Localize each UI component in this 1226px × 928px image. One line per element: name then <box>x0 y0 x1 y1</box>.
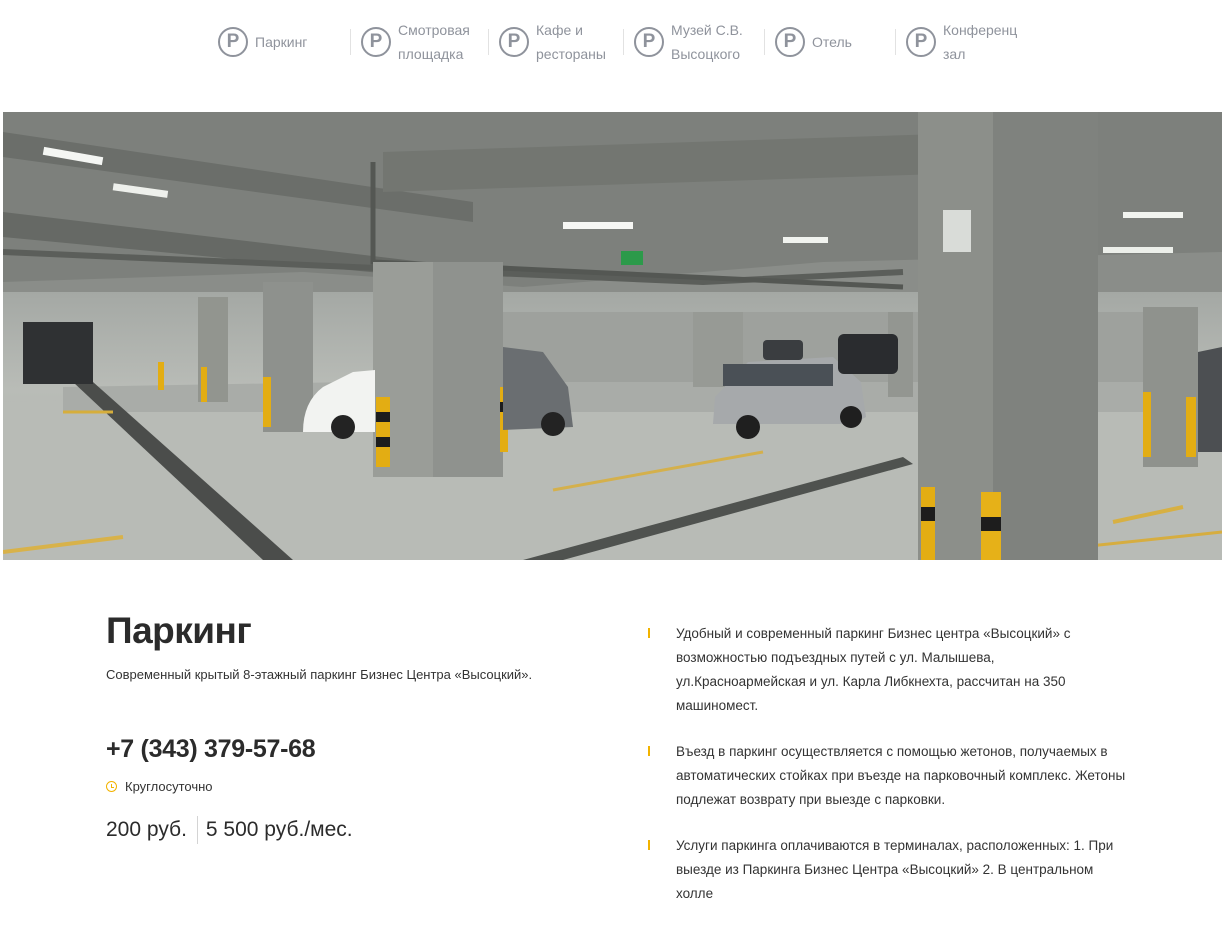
nav-item-conference-hall[interactable]: P Конференц зал <box>906 14 1026 70</box>
parking-hero-image <box>3 112 1222 560</box>
parking-photo-illustration <box>3 112 1222 560</box>
nav-item-hotel[interactable]: P Отель <box>775 14 895 70</box>
feature-item: Удобный и современный паркинг Бизнес цен… <box>646 622 1126 718</box>
nav-item-cafes[interactable]: P Кафе и рестораны <box>499 14 623 70</box>
opening-hours-text: Круглосуточно <box>125 779 213 794</box>
page-subtitle: Современный крытый 8-этажный паркинг Биз… <box>106 667 533 682</box>
clock-icon <box>106 781 117 792</box>
nav-divider <box>623 29 624 55</box>
nav-item-label: Конференц зал <box>943 22 1018 62</box>
parking-icon: P <box>218 27 248 57</box>
prices: 200 руб. 5 500 руб./мес. <box>106 816 353 844</box>
nav-item-label: Паркинг <box>255 34 308 50</box>
parking-icon: P <box>775 27 805 57</box>
nav-item-observation-deck[interactable]: P Смотровая площадка <box>361 14 488 70</box>
nav-divider <box>764 29 765 55</box>
feature-list: Удобный и современный паркинг Бизнес цен… <box>646 622 1126 928</box>
parking-icon: P <box>361 27 391 57</box>
price-hourly: 200 руб. <box>106 818 187 841</box>
nav-item-parking[interactable]: P Паркинг <box>218 14 350 70</box>
car-white <box>303 370 375 439</box>
parking-icon: P <box>499 27 529 57</box>
car-right-edge <box>1198 347 1222 452</box>
nav-divider <box>895 29 896 55</box>
nav-item-label: Смотровая площадка <box>398 22 470 62</box>
nav-divider <box>488 29 489 55</box>
nav-item-label: Кафе и рестораны <box>536 22 606 62</box>
price-monthly: 5 500 руб./мес. <box>205 818 353 841</box>
page-title: Паркинг <box>106 610 252 651</box>
nav-item-label: Отель <box>812 34 852 50</box>
opening-hours: Круглосуточно <box>106 779 213 794</box>
price-divider <box>196 816 198 844</box>
contact-phone[interactable]: +7 (343) 379-57-68 <box>106 735 316 764</box>
parking-icon: P <box>634 27 664 57</box>
nav-divider <box>350 29 351 55</box>
nav-item-label: Музей С.В. Высоцкого <box>671 22 743 62</box>
top-navigation: P Паркинг P Смотровая площадка P Кафе и … <box>218 14 1026 70</box>
parking-icon: P <box>906 27 936 57</box>
feature-item: Услуги паркинга оплачиваются в терминала… <box>646 834 1126 906</box>
nav-item-museum[interactable]: P Музей С.В. Высоцкого <box>634 14 764 70</box>
feature-item: Въезд в паркинг осуществляется с помощью… <box>646 740 1126 812</box>
